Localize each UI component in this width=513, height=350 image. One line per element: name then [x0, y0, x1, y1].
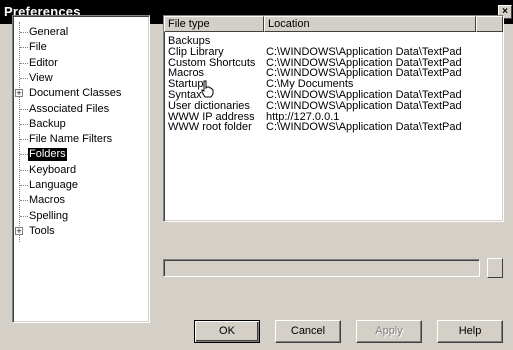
expand-icon[interactable]: +	[15, 89, 23, 98]
tree-connector	[20, 139, 28, 140]
hand-cursor-icon	[201, 80, 214, 98]
tree-item[interactable]: View	[13, 72, 149, 85]
expand-icon[interactable]: +	[15, 227, 23, 236]
folder-list[interactable]: File type Location Backups Clip Library C:…	[163, 15, 504, 222]
location-cell: C:\WINDOWS\Application Data\TextPad	[266, 121, 462, 133]
tree-line	[19, 22, 20, 242]
tree-item[interactable]: Associated Files	[13, 103, 149, 116]
tree-connector	[20, 124, 28, 125]
tree-item[interactable]: Spelling	[13, 210, 149, 223]
tree-item-label: View	[29, 72, 53, 84]
tree-item[interactable]: File Name Filters	[13, 133, 149, 146]
browse-button[interactable]	[487, 258, 503, 278]
tree-item[interactable]: General	[13, 26, 149, 39]
tree-item-label: Folders	[28, 148, 67, 161]
column-header-blank	[476, 16, 503, 32]
tree-connector	[20, 78, 28, 79]
tree-item-label: Tools	[29, 225, 55, 237]
location-edit-field[interactable]	[163, 259, 480, 277]
apply-button: Apply	[356, 320, 422, 343]
tree-item[interactable]: File	[13, 41, 149, 54]
tree-item[interactable]: + Document Classes	[13, 87, 149, 100]
tree-connector	[20, 63, 28, 64]
tree-connector	[20, 47, 28, 48]
tree-item[interactable]: Keyboard	[13, 164, 149, 177]
tree-connector	[20, 170, 28, 171]
help-button[interactable]: Help	[437, 320, 503, 343]
tree-connector	[20, 216, 28, 217]
tree-connector	[20, 154, 28, 155]
column-header-file-type[interactable]: File type	[164, 16, 264, 32]
tree-item-label: General	[29, 26, 69, 38]
tree-item-label: Keyboard	[29, 164, 77, 176]
tree-item-label: Document Classes	[29, 87, 122, 99]
tree-item[interactable]: Folders	[13, 148, 149, 161]
tree-item[interactable]: Backup	[13, 118, 149, 131]
tree-item-label: Language	[29, 179, 78, 191]
tree-item-label: Associated Files	[29, 103, 110, 115]
tree-item-label: Editor	[29, 57, 58, 69]
tree-item-label: Backup	[29, 118, 66, 130]
ok-button[interactable]: OK	[194, 320, 260, 343]
tree-item-label: Macros	[29, 194, 66, 206]
tree-item[interactable]: Editor	[13, 57, 149, 70]
tree-connector	[20, 185, 28, 186]
column-header-location[interactable]: Location	[264, 16, 476, 32]
tree-item[interactable]: Language	[13, 179, 149, 192]
list-item[interactable]: WWW root folder C:\WINDOWS\Application Da…	[164, 122, 503, 133]
tree-item-label: File Name Filters	[29, 133, 113, 145]
category-tree[interactable]: General File Editor View + Document Classes As…	[12, 15, 150, 323]
tree-item-label: Spelling	[29, 210, 69, 222]
tree-connector	[20, 200, 28, 201]
file-type-cell: WWW root folder	[168, 121, 252, 133]
tree-connector	[20, 32, 28, 33]
tree-connector	[20, 109, 28, 110]
cancel-button[interactable]: Cancel	[275, 320, 341, 343]
tree-item-label: File	[29, 41, 47, 53]
list-header: File type Location	[164, 16, 503, 32]
tree-item[interactable]: Macros	[13, 194, 149, 207]
tree-item[interactable]: + Tools	[13, 225, 149, 238]
